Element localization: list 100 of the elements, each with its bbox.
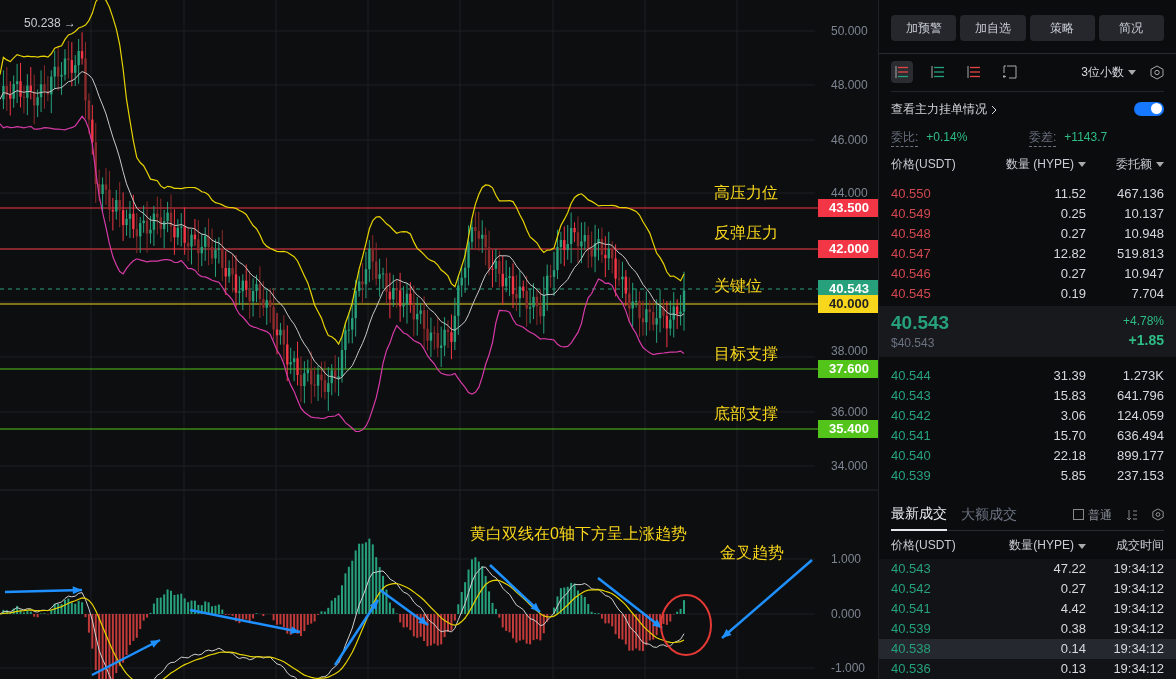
chevron-right-icon <box>991 104 997 115</box>
caret-icon <box>1156 162 1164 168</box>
ask-row[interactable]: 40.550 11.52 467.136 <box>879 183 1176 204</box>
action-button[interactable]: 加自选 <box>960 15 1026 41</box>
value-text: 636.494 <box>1116 426 1164 445</box>
macd-axis-label: -1.000 <box>831 661 866 675</box>
arrow-icon <box>721 559 813 639</box>
trade-row[interactable]: 40.538 0.14 19:34:12 <box>879 639 1176 660</box>
price-text: 40.541 <box>891 426 932 445</box>
ratio-label: 委比: <box>891 128 919 148</box>
list-icon <box>895 66 909 79</box>
column-header[interactable]: 数量(HYPE) <box>986 536 1086 555</box>
column-header: 价格(USDT) <box>891 537 957 555</box>
main-orders-toggle[interactable] <box>1134 101 1164 116</box>
amount-text: 0.27 <box>1059 224 1086 243</box>
ask-row[interactable]: 40.545 0.19 7.704 <box>879 283 1176 304</box>
price-axis-label: 36.000 <box>831 405 868 419</box>
price-text: 40.544 <box>891 366 932 385</box>
ask-row[interactable]: 40.548 0.27 10.948 <box>879 223 1176 244</box>
bid-row[interactable]: 40.539 5.85 237.153 <box>879 465 1176 486</box>
bid-row[interactable]: 40.544 31.39 1.273K <box>879 365 1176 386</box>
list-icon <box>931 66 945 79</box>
main-orders-link[interactable]: 查看主力挂单情况 <box>891 99 997 118</box>
decimals-dropdown[interactable]: 3位小数 <box>1081 63 1136 82</box>
trade-tab[interactable]: 最新成交 <box>891 498 947 531</box>
checkbox[interactable] <box>1073 509 1084 521</box>
caret-icon <box>1078 543 1086 549</box>
macd-annotation: 黄白双线在0轴下方呈上涨趋势 <box>470 524 687 544</box>
price-text: 40.546 <box>891 264 932 283</box>
action-button[interactable]: 加预警 <box>891 15 957 41</box>
level-annotation: 反弹压力 <box>714 223 778 243</box>
add-layout-icon <box>1003 65 1017 80</box>
settings-icon[interactable] <box>1150 64 1164 80</box>
settings-icon[interactable] <box>1152 508 1164 522</box>
value-text: 10.137 <box>1123 204 1164 223</box>
price-tag: 40.000 <box>818 295 878 313</box>
arrow-icon <box>597 577 663 629</box>
caret-icon <box>1078 162 1086 168</box>
price-text: 40.536 <box>891 660 932 679</box>
change-value: +1.85 <box>1128 331 1164 351</box>
trade-row[interactable]: 40.541 4.42 19:34:12 <box>879 599 1176 620</box>
price-axis-label: 38.000 <box>831 344 868 358</box>
value-text: 19:34:12 <box>1112 640 1164 659</box>
value-text: 7.704 <box>1130 284 1164 303</box>
price-axis-label: 46.000 <box>831 133 868 147</box>
price-text: 40.545 <box>891 284 932 303</box>
amount-text: 15.83 <box>1052 386 1086 405</box>
trade-row[interactable]: 40.542 0.27 19:34:12 <box>879 579 1176 600</box>
value-text: 10.947 <box>1123 264 1164 283</box>
trade-row[interactable]: 40.536 0.13 19:34:12 <box>879 659 1176 679</box>
amount-text: 12.82 <box>1052 244 1086 263</box>
price-tag: 42.000 <box>818 240 878 258</box>
last-price: 40.543 <box>891 311 950 334</box>
amount-text: 0.19 <box>1059 284 1086 303</box>
level-annotation: 目标支撑 <box>714 344 778 364</box>
price-text: 40.543 <box>891 386 932 405</box>
book-view-button[interactable] <box>891 61 913 84</box>
price-axis-label: 34.000 <box>831 459 868 473</box>
ask-row[interactable]: 40.547 12.82 519.813 <box>879 243 1176 264</box>
price-text: 40.550 <box>891 185 932 203</box>
value-text: 641.796 <box>1116 386 1164 405</box>
amount-text: 3.06 <box>1059 406 1086 425</box>
highlight-circle <box>660 594 712 656</box>
action-button[interactable]: 简况 <box>1098 15 1164 41</box>
checkbox-label: 普通 <box>1088 506 1112 524</box>
amount-text: 15.70 <box>1052 426 1086 445</box>
bid-row[interactable]: 40.541 15.70 636.494 <box>879 425 1176 446</box>
macd-annotation: 金叉趋势 <box>720 543 784 563</box>
value-text: 19:34:12 <box>1112 560 1164 579</box>
column-header[interactable]: 数量 (HYPE) <box>986 154 1086 173</box>
sort-icon[interactable] <box>1126 508 1138 521</box>
level-annotation: 高压力位 <box>714 183 778 203</box>
price-text: 40.540 <box>891 446 932 465</box>
trade-tab[interactable]: 大额成交 <box>961 498 1017 531</box>
bid-row[interactable]: 40.542 3.06 124.059 <box>879 405 1176 426</box>
toggle-knob <box>1151 103 1162 115</box>
macd-axis-label: 0.000 <box>831 606 862 621</box>
amount-text: 0.27 <box>1059 264 1086 283</box>
price-tag: 35.400 <box>818 420 878 438</box>
trade-row[interactable]: 40.543 47.22 19:34:12 <box>879 559 1176 580</box>
ratio-value: +0.14% <box>926 129 968 147</box>
price-axis-label: 48.000 <box>831 78 868 92</box>
change-percent: +4.78% <box>1122 313 1164 331</box>
peak-price-label: 50.238 → <box>24 15 77 32</box>
column-header[interactable]: 委托额 <box>1086 154 1164 173</box>
amount-text: 0.25 <box>1059 204 1086 223</box>
price-tag: 37.600 <box>818 360 878 378</box>
trade-row[interactable]: 40.539 0.38 19:34:12 <box>879 619 1176 640</box>
diff-label: 委差: <box>1029 128 1057 148</box>
amount-text: 0.27 <box>1059 580 1086 599</box>
amount-text: 0.14 <box>1059 640 1086 659</box>
ask-row[interactable]: 40.546 0.27 10.947 <box>879 263 1176 284</box>
bid-row[interactable]: 40.540 22.18 899.177 <box>879 445 1176 466</box>
arrow-icon <box>4 586 83 595</box>
amount-text: 22.18 <box>1052 446 1086 465</box>
amount-text: 5.85 <box>1059 466 1086 485</box>
bid-row[interactable]: 40.543 15.83 641.796 <box>879 385 1176 406</box>
action-button[interactable]: 策略 <box>1029 15 1095 41</box>
ask-row[interactable]: 40.549 0.25 10.137 <box>879 203 1176 224</box>
value-text: 10.948 <box>1123 224 1164 243</box>
